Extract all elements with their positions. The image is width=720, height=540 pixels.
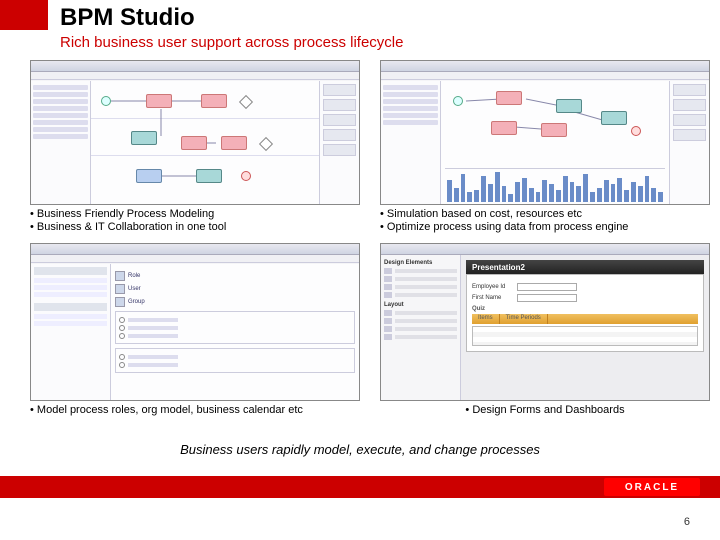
presentation-header: Presentation2 bbox=[466, 260, 704, 274]
window-toolbar bbox=[31, 72, 359, 80]
page-title: BPM Studio bbox=[60, 4, 195, 32]
tab-time-periods: Time Periods bbox=[500, 314, 548, 324]
quadrant-grid: Business Friendly Process Modeling Busin… bbox=[30, 60, 710, 418]
quadrant-top-right: Simulation based on cost, resources etc … bbox=[380, 60, 710, 235]
accent-square bbox=[0, 0, 48, 30]
oracle-logo: ORACLE bbox=[604, 478, 700, 496]
component-palette: Design Elements Layout bbox=[381, 255, 461, 400]
window-toolbar bbox=[381, 72, 709, 80]
data-grid bbox=[472, 326, 698, 346]
caption-line: Design Forms and Dashboards bbox=[380, 404, 710, 418]
form-canvas: Presentation2 Employee Id First Name Qui… bbox=[461, 255, 709, 400]
settings-group bbox=[115, 311, 355, 344]
navigator-pane bbox=[381, 81, 441, 204]
window-titlebar bbox=[31, 244, 359, 255]
window-toolbar bbox=[31, 255, 359, 263]
form-preview: Employee Id First Name Quiz Items Time P… bbox=[466, 274, 704, 352]
caption-line: Simulation based on cost, resources etc bbox=[380, 208, 710, 222]
screenshot-org-model: Role User Group bbox=[30, 243, 360, 401]
section-label: Quiz bbox=[472, 306, 698, 312]
caption-line: Optimize process using data from process… bbox=[380, 221, 710, 235]
caption-line: Business & IT Collaboration in one tool bbox=[30, 221, 360, 235]
settings-group bbox=[115, 348, 355, 373]
screenshot-process-modeling bbox=[30, 60, 360, 205]
quadrant-bottom-right: Design Elements Layout Presentation2 Emp… bbox=[380, 243, 710, 418]
simulation-bar-chart bbox=[445, 168, 665, 202]
caption-top-right: Simulation based on cost, resources etc … bbox=[380, 208, 710, 236]
tab-strip: Items Time Periods bbox=[472, 314, 698, 324]
page-number: 6 bbox=[684, 516, 690, 528]
caption-top-left: Business Friendly Process Modeling Busin… bbox=[30, 208, 360, 236]
caption-line: Business Friendly Process Modeling bbox=[30, 208, 360, 222]
caption-bottom-right: Design Forms and Dashboards bbox=[380, 404, 710, 418]
bpmn-canvas bbox=[91, 81, 319, 204]
window-titlebar bbox=[381, 244, 709, 255]
navigator-pane bbox=[31, 81, 91, 204]
role-editor: Role User Group bbox=[111, 264, 359, 400]
screenshot-simulation bbox=[380, 60, 710, 205]
field-label: Employee Id bbox=[472, 284, 517, 290]
field-label: First Name bbox=[472, 295, 517, 301]
screenshot-form-designer: Design Elements Layout Presentation2 Emp… bbox=[380, 243, 710, 401]
quadrant-top-left: Business Friendly Process Modeling Busin… bbox=[30, 60, 360, 235]
tagline: Business users rapidly model, execute, a… bbox=[180, 442, 540, 457]
simulation-canvas bbox=[441, 81, 669, 204]
caption-bottom-left: Model process roles, org model, business… bbox=[30, 404, 360, 418]
component-palette bbox=[319, 81, 359, 204]
window-titlebar bbox=[381, 61, 709, 72]
navigator-pane bbox=[31, 264, 111, 400]
tab-items: Items bbox=[472, 314, 500, 324]
caption-line: Model process roles, org model, business… bbox=[30, 404, 360, 418]
text-input bbox=[517, 294, 577, 302]
properties-pane bbox=[669, 81, 709, 204]
text-input bbox=[517, 283, 577, 291]
page-subtitle: Rich business user support across proces… bbox=[60, 34, 403, 51]
quadrant-bottom-left: Role User Group Model process roles, or bbox=[30, 243, 360, 418]
window-titlebar bbox=[31, 61, 359, 72]
